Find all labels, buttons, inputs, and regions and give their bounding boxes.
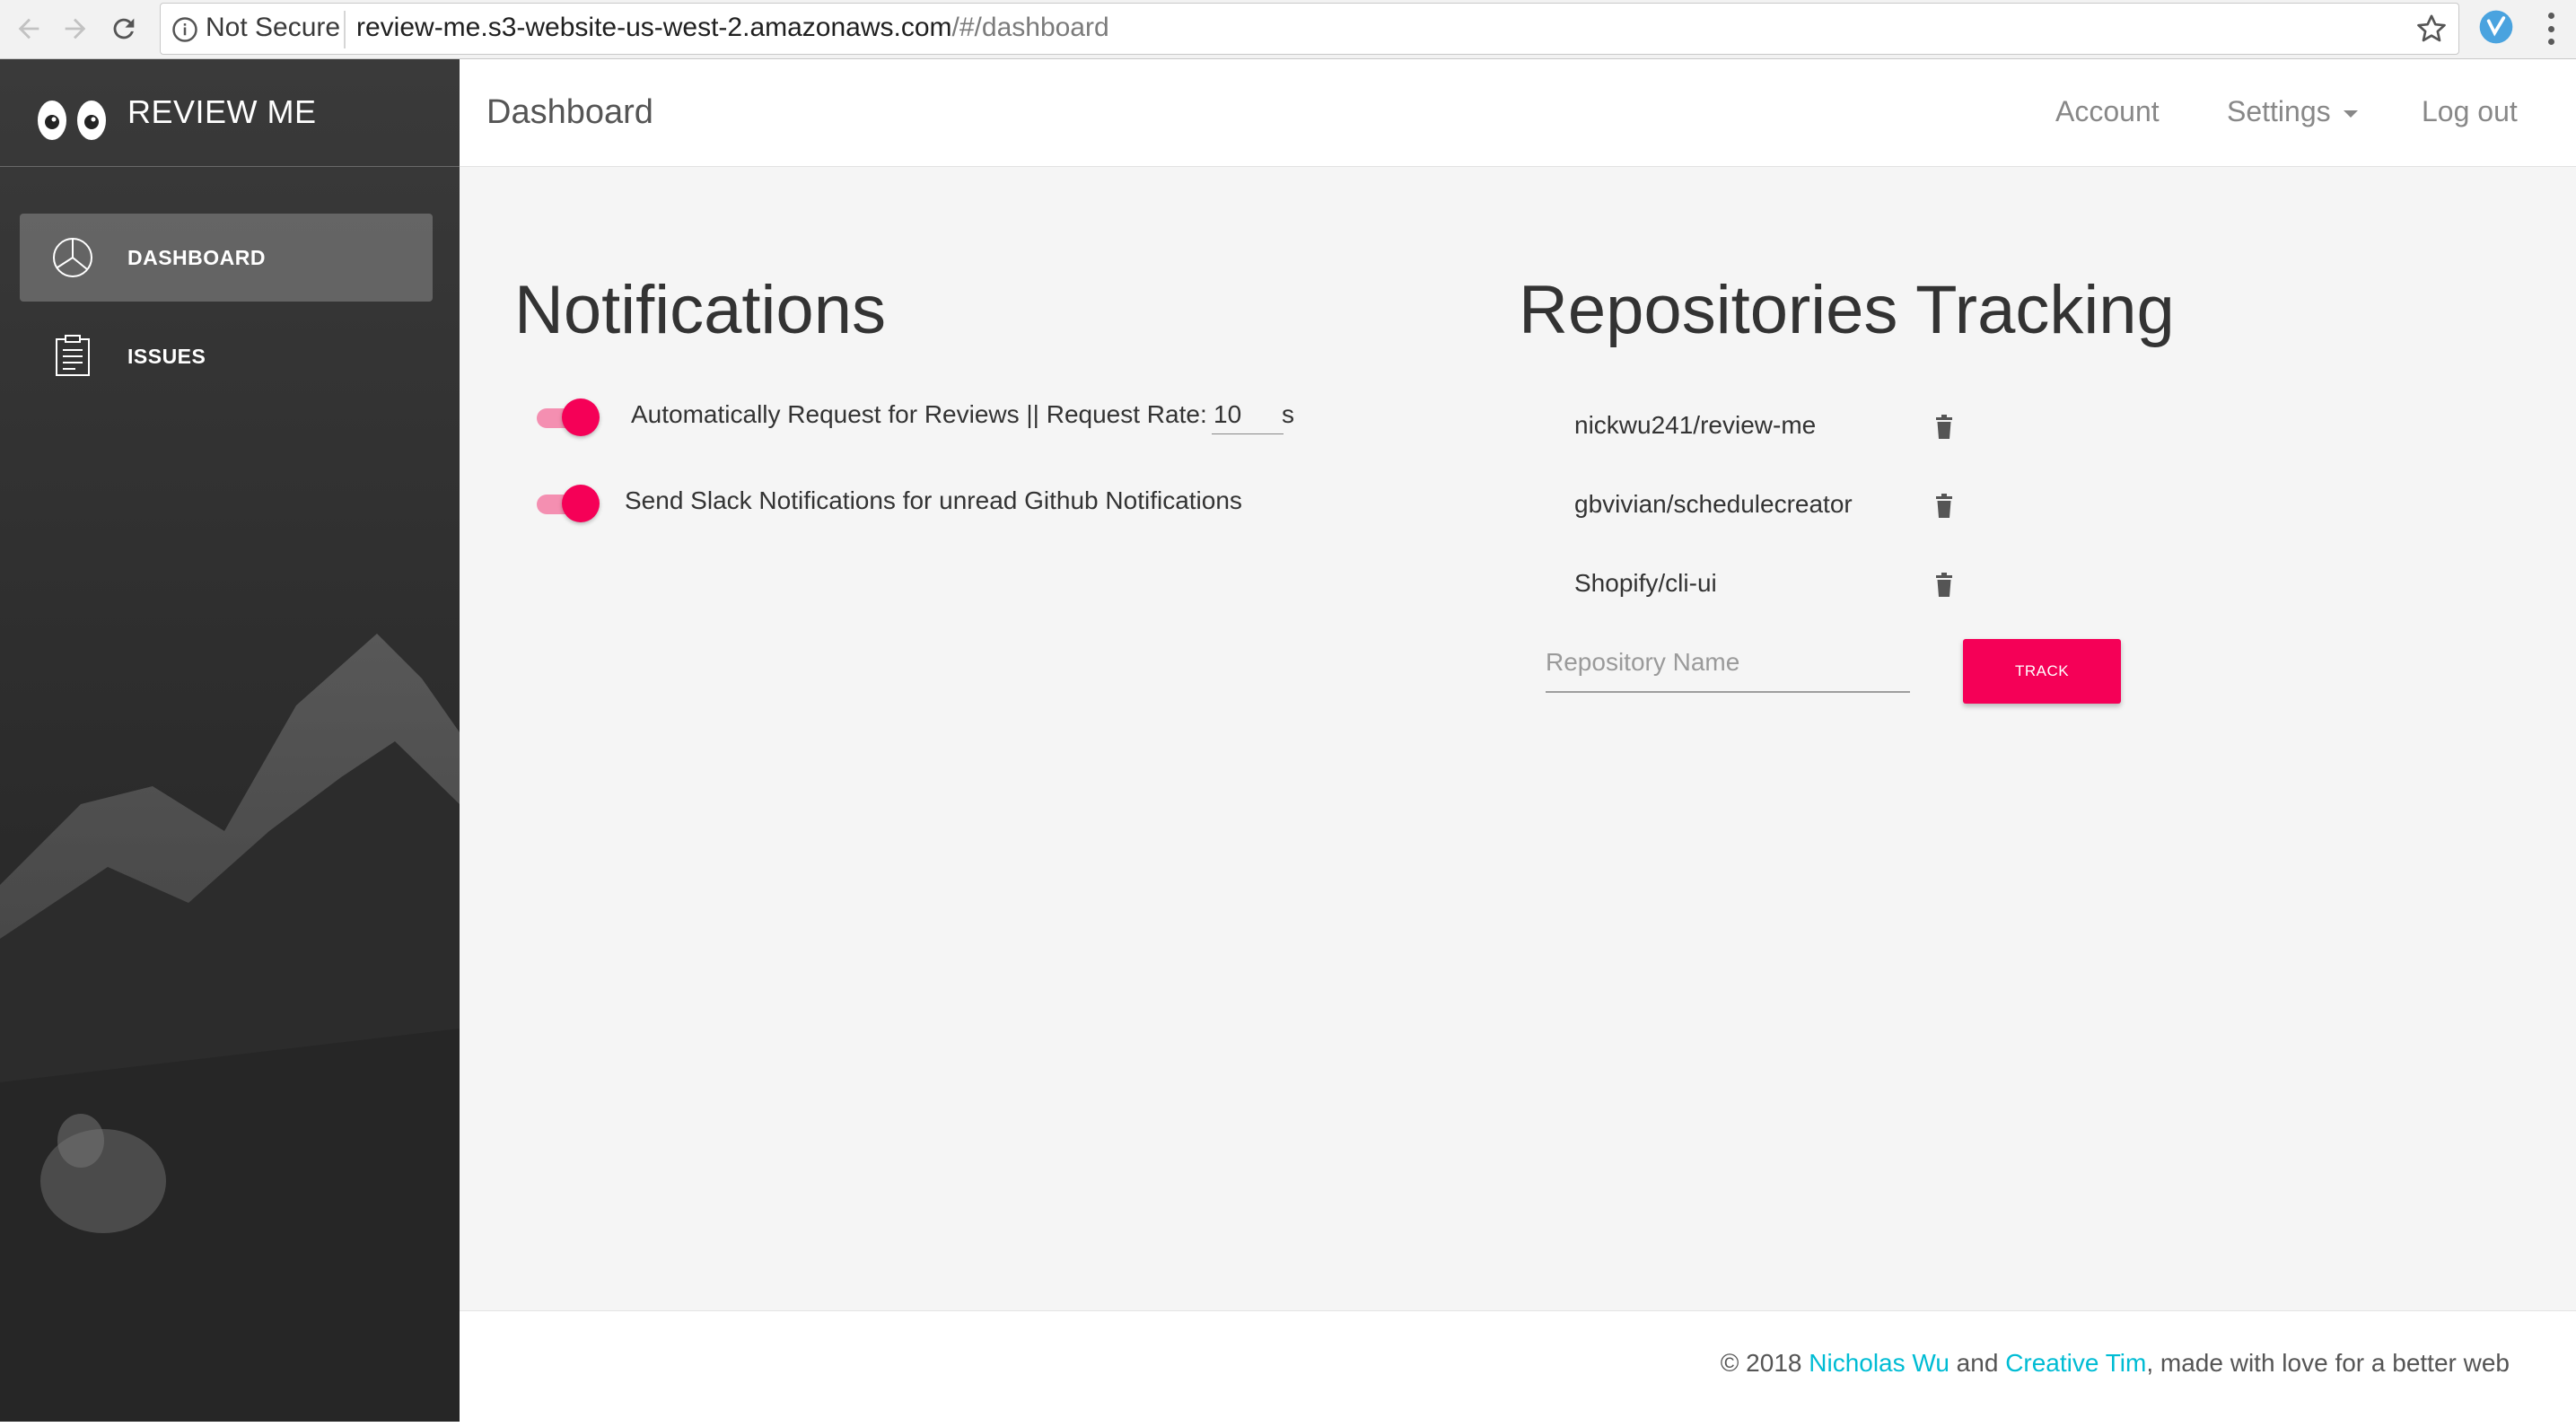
brand[interactable]: REVIEW ME bbox=[0, 59, 460, 167]
slack-notifications-toggle[interactable] bbox=[537, 485, 600, 522]
bookmark-star-icon[interactable] bbox=[2414, 11, 2449, 47]
auto-request-toggle[interactable] bbox=[537, 398, 600, 436]
reload-icon[interactable] bbox=[102, 7, 145, 50]
main-content: Dashboard Account Settings Log out Notif… bbox=[460, 59, 2576, 1422]
sidebar-item-issues[interactable]: ISSUES bbox=[20, 312, 433, 400]
pie-chart-icon bbox=[53, 238, 92, 277]
extension-icon[interactable] bbox=[2478, 9, 2514, 45]
request-rate-unit: s bbox=[1282, 400, 1294, 428]
brand-name: REVIEW ME bbox=[127, 93, 317, 130]
sidebar-item-label: DASHBOARD bbox=[127, 246, 266, 269]
sidebar-item-label: ISSUES bbox=[127, 345, 206, 368]
repositories-heading: Repositories Tracking bbox=[1519, 272, 2175, 348]
delete-trash-icon[interactable] bbox=[1933, 494, 1955, 519]
forward-icon[interactable] bbox=[54, 7, 97, 50]
delete-trash-icon[interactable] bbox=[1933, 415, 1955, 440]
track-button[interactable]: TRACK bbox=[1963, 639, 2121, 704]
page-title: Dashboard bbox=[486, 93, 653, 131]
nav-account-link[interactable]: Account bbox=[2055, 95, 2160, 128]
back-icon[interactable] bbox=[7, 7, 50, 50]
url-text[interactable]: review-me.s3-website-us-west-2.amazonaws… bbox=[356, 13, 1109, 43]
browser-menu-icon[interactable] bbox=[2533, 9, 2569, 48]
clipboard-icon bbox=[56, 335, 90, 376]
eyes-logo-icon bbox=[38, 101, 106, 140]
slack-notifications-label: Send Slack Notifications for unread Gith… bbox=[625, 486, 1242, 514]
nav-logout-link[interactable]: Log out bbox=[2422, 95, 2518, 128]
auto-request-label: Automatically Request for Reviews || Req… bbox=[631, 400, 1207, 428]
footer: © 2018 Nicholas Wu and Creative Tim, mad… bbox=[460, 1310, 2576, 1422]
nav-settings-dropdown[interactable]: Settings bbox=[2227, 95, 2358, 128]
sidebar: REVIEW ME DASHBOARD ISSUES bbox=[0, 59, 460, 1422]
notifications-heading: Notifications bbox=[514, 272, 886, 348]
sidebar-background-image bbox=[0, 634, 460, 1422]
repository-name: nickwu241/review-me bbox=[1574, 411, 1817, 439]
repository-name-input[interactable] bbox=[1546, 634, 1910, 693]
sidebar-item-dashboard[interactable]: DASHBOARD bbox=[20, 214, 433, 302]
browser-toolbar: Not Secure review-me.s3-website-us-west-… bbox=[0, 0, 2576, 59]
security-label: Not Secure bbox=[206, 13, 341, 42]
caret-down-icon bbox=[2343, 109, 2358, 118]
top-navbar: Dashboard Account Settings Log out bbox=[460, 59, 2576, 167]
footer-text: © 2018 Nicholas Wu and Creative Tim, mad… bbox=[1720, 1349, 2510, 1377]
repository-name: gbvivian/schedulecreator bbox=[1574, 490, 1853, 518]
author-link[interactable]: Nicholas Wu bbox=[1809, 1349, 1950, 1377]
info-icon[interactable] bbox=[171, 16, 198, 43]
creative-tim-link[interactable]: Creative Tim bbox=[2005, 1349, 2146, 1377]
repository-name: Shopify/cli-ui bbox=[1574, 569, 1717, 597]
request-rate-input[interactable] bbox=[1212, 395, 1284, 434]
address-bar[interactable]: Not Secure review-me.s3-website-us-west-… bbox=[160, 3, 2459, 55]
delete-trash-icon[interactable] bbox=[1933, 573, 1955, 598]
divider bbox=[344, 11, 346, 48]
